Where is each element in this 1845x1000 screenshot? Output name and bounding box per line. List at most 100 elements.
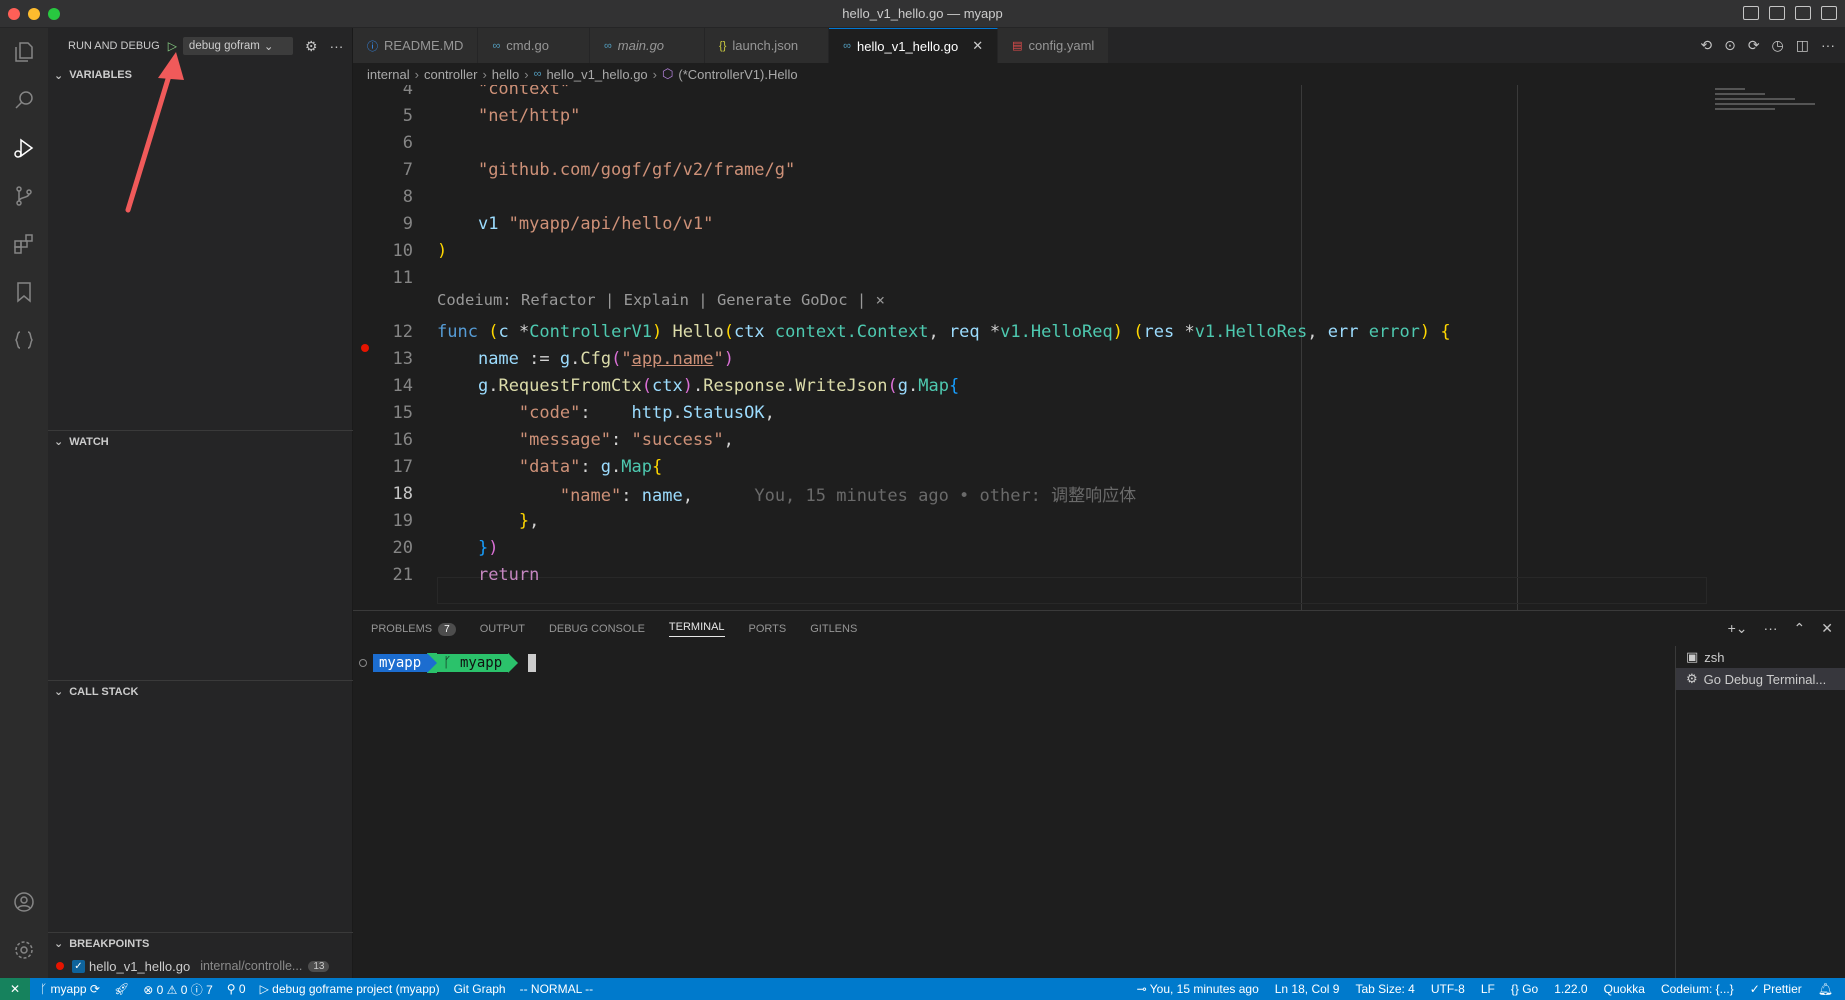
ports-status[interactable]: ⚲ 0 <box>227 982 246 996</box>
code-line: "name": name, You, 15 minutes ago • othe… <box>559 486 1137 506</box>
breakpoint-dot-icon <box>56 962 64 970</box>
tab-problems[interactable]: PROBLEMS 7 <box>371 622 456 636</box>
rocket-icon[interactable]: 🚀︎ <box>114 982 129 996</box>
tab-label: main.go <box>617 38 665 53</box>
remote-indicator-icon[interactable]: ✕ <box>0 978 30 1000</box>
call-stack-section-header[interactable]: ⌄ CALL STACK <box>48 680 353 702</box>
terminal-item-zsh[interactable]: ▣ zsh <box>1676 646 1845 668</box>
more-actions-icon[interactable]: ··· <box>1821 37 1835 54</box>
git-graph-status[interactable]: Git Graph <box>454 982 506 996</box>
new-terminal-plus-icon[interactable]: +⌄ <box>1728 620 1748 637</box>
split-editor-icon[interactable]: ◫ <box>1796 37 1809 54</box>
breadcrumb-item[interactable]: hello_v1_hello.go <box>546 67 647 82</box>
more-actions-icon[interactable]: ··· <box>329 38 343 54</box>
quokka-status[interactable]: Quokka <box>1604 982 1645 996</box>
layout-controls <box>1743 6 1837 20</box>
tab-config-yaml[interactable]: ▤ config.yaml <box>998 28 1110 63</box>
panel-actions: +⌄ ··· ⌃ ✕ <box>1728 620 1833 637</box>
line-number: 21 <box>392 564 413 585</box>
breadcrumb-item[interactable]: internal <box>367 67 410 82</box>
json-braces-icon[interactable] <box>12 328 36 352</box>
debug-config-select[interactable]: debug gofram ⌄ <box>182 37 293 55</box>
tab-launch-json[interactable]: {} launch.json <box>705 28 830 63</box>
breakpoint-item[interactable]: ✓ hello_v1_hello.go internal/controlle..… <box>48 955 353 977</box>
tab-output[interactable]: OUTPUT <box>480 623 525 635</box>
git-branch-icon: ᚴ <box>40 982 51 996</box>
cursor-position-status[interactable]: Ln 18, Col 9 <box>1275 982 1340 996</box>
go-forward-icon[interactable]: ⟳ <box>1748 37 1760 54</box>
breadcrumb-item[interactable]: hello <box>492 67 519 82</box>
toggle-secondary-sidebar-icon[interactable] <box>1795 6 1811 20</box>
breadcrumb-item[interactable]: (*ControllerV1).Hello <box>678 67 797 82</box>
code-string: "github.com/gogf/gf/v2/frame/g" <box>477 159 796 180</box>
timeline-icon[interactable]: ◷ <box>1772 37 1784 54</box>
tab-debug-console[interactable]: DEBUG CONSOLE <box>549 623 645 635</box>
tab-gitlens[interactable]: GITLENS <box>810 623 857 635</box>
close-tab-icon[interactable]: ✕ <box>972 38 983 54</box>
terminal-item-go-debug[interactable]: ⚙ Go Debug Terminal... <box>1676 668 1845 690</box>
codeium-codelens[interactable]: Codeium: Refactor | Explain | Generate G… <box>437 291 885 309</box>
tab-main-go[interactable]: ∞ main.go <box>589 28 706 63</box>
prettier-status[interactable]: ✓ Prettier <box>1750 982 1802 996</box>
source-control-icon[interactable] <box>12 184 36 208</box>
code-line: "context" <box>437 85 570 99</box>
code-string: "message" <box>518 429 612 450</box>
terminal-prompt[interactable]: myapp ᚴ myapp <box>373 653 537 673</box>
tab-cmd-go[interactable]: ∞ cmd.go <box>478 28 590 63</box>
debug-status[interactable]: ▷ debug goframe project (myapp) <box>260 982 440 996</box>
vim-mode-status: -- NORMAL -- <box>519 982 594 996</box>
language-status[interactable]: {} Go <box>1511 982 1538 996</box>
breakpoints-section-title: BREAKPOINTS <box>69 937 150 950</box>
command-decoration-icon <box>359 659 367 667</box>
search-icon[interactable] <box>12 88 36 112</box>
title-bar: hello_v1_hello.go — myapp <box>0 0 1845 28</box>
navigate-icon[interactable]: ⊙ <box>1724 37 1736 54</box>
tab-terminal[interactable]: TERMINAL <box>668 621 725 637</box>
code-line: }, <box>518 510 540 531</box>
tab-ports[interactable]: PORTS <box>749 623 787 635</box>
code-editor[interactable]: 4 "context" 5 "net/http" 6 7 "github.com… <box>353 85 1845 610</box>
explorer-icon[interactable] <box>12 40 36 64</box>
toggle-panel-icon[interactable] <box>1769 6 1785 20</box>
codeium-status[interactable]: Codeium: {...} <box>1661 982 1734 996</box>
breakpoints-section-header[interactable]: ⌄ BREAKPOINTS <box>48 932 353 954</box>
toggle-sidebar-icon[interactable] <box>1743 6 1759 20</box>
chevron-right-icon: › <box>652 66 657 82</box>
blame-status[interactable]: ⊸ You, 15 minutes ago <box>1137 982 1259 996</box>
customize-layout-icon[interactable] <box>1821 6 1837 20</box>
run-debug-icon[interactable] <box>12 136 36 160</box>
line-number: 17 <box>392 456 413 477</box>
tab-readme[interactable]: ⓘ README.MD <box>353 28 479 63</box>
code-line: v1 "myapp/api/hello/v1" <box>437 214 713 234</box>
code-line: name := g.Cfg("app.name") <box>477 348 734 369</box>
account-icon[interactable] <box>12 890 36 914</box>
close-panel-icon[interactable]: ✕ <box>1821 620 1833 637</box>
info-icon: ⓘ <box>367 40 378 53</box>
go-back-icon[interactable]: ⟲ <box>1700 37 1712 54</box>
breakpoint-checkbox[interactable]: ✓ <box>72 959 85 973</box>
minimap[interactable] <box>1715 85 1825 145</box>
editor-actions: ⟲ ⊙ ⟳ ◷ ◫ ··· <box>1700 37 1835 54</box>
eol-status[interactable]: LF <box>1481 982 1495 996</box>
variables-section-header[interactable]: ⌄ VARIABLES <box>48 64 353 86</box>
tab-size-status[interactable]: Tab Size: 4 <box>1355 982 1414 996</box>
terminal-list: ▣ zsh ⚙ Go Debug Terminal... <box>1675 646 1845 979</box>
code-string: " <box>713 348 724 369</box>
line-number: 10 <box>392 240 413 261</box>
more-actions-icon[interactable]: ··· <box>1764 620 1778 637</box>
inline-git-blame: You, 15 minutes ago • other: 调整响应体 <box>754 486 1137 506</box>
encoding-status[interactable]: UTF-8 <box>1431 982 1465 996</box>
notifications-bell-icon[interactable]: 🔔︎ <box>1818 982 1833 996</box>
tab-hello-v1-hello-go[interactable]: ∞ hello_v1_hello.go ✕ <box>829 28 999 63</box>
breadcrumb-item[interactable]: controller <box>424 67 477 82</box>
maximize-panel-icon[interactable]: ⌃ <box>1794 620 1806 637</box>
manage-gear-icon[interactable] <box>12 938 36 962</box>
open-launch-json-gear-icon[interactable]: ⚙ <box>305 38 318 55</box>
go-icon: ∞ <box>843 40 852 52</box>
git-branch-status[interactable]: ᚴ myapp ⟳ <box>40 982 100 996</box>
problems-status[interactable]: ⊗ 0 ⚠ 0 ⓘ 7 <box>143 981 213 998</box>
extensions-icon[interactable] <box>12 232 36 256</box>
bookmark-icon[interactable] <box>12 280 36 304</box>
go-version-status[interactable]: 1.22.0 <box>1554 982 1587 996</box>
watch-section-header[interactable]: ⌄ WATCH <box>48 430 353 452</box>
